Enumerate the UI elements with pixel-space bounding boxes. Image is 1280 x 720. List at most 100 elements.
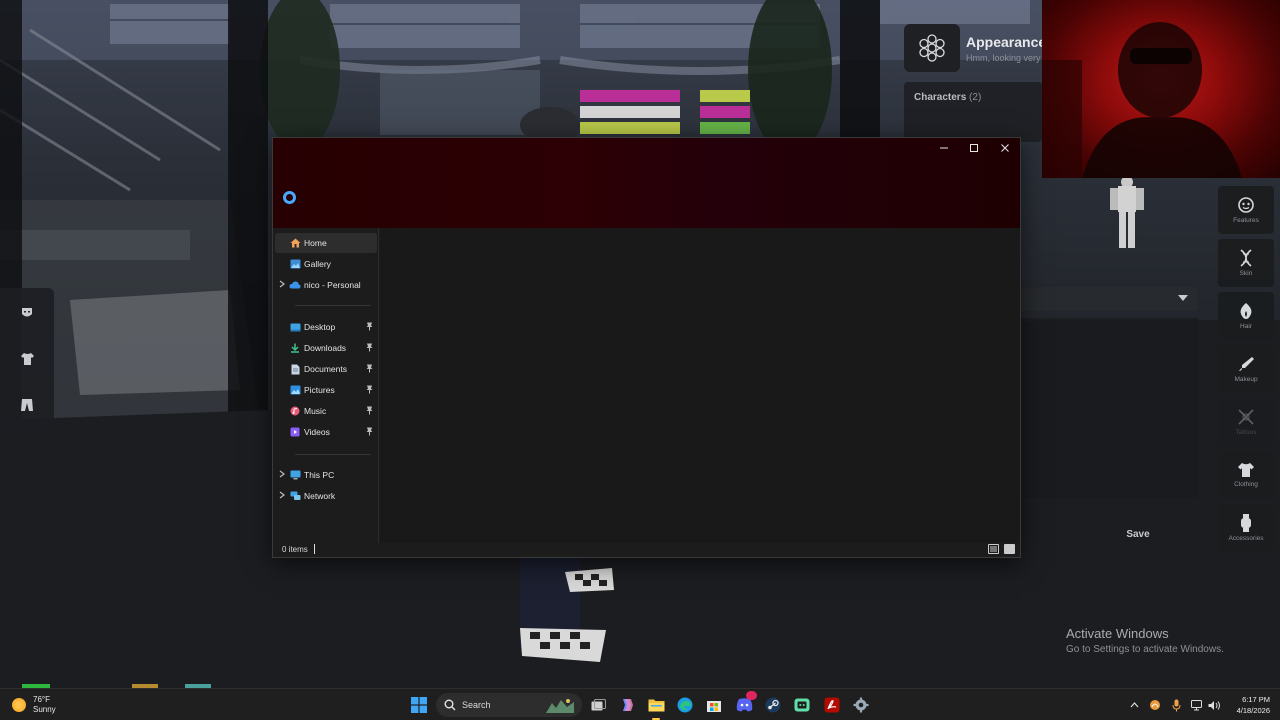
windows-taskbar: 76°F Sunny Search 6:17 PM 4/18/2026 xyxy=(0,688,1280,720)
adobe-acrobat-icon[interactable] xyxy=(821,694,843,716)
nav-item-this-pc[interactable]: This PC xyxy=(275,465,377,485)
task-view-icon[interactable] xyxy=(587,694,609,716)
loading-spinner-icon xyxy=(283,191,296,204)
category-tattoos[interactable]: Tattoos xyxy=(1218,398,1274,446)
chevron-right-icon[interactable] xyxy=(275,470,289,480)
category-accessories[interactable]: Accessories xyxy=(1218,504,1274,552)
discord-icon[interactable] xyxy=(733,691,757,716)
nav-item-pictures[interactable]: Pictures xyxy=(275,380,377,400)
clock-date: 4/18/2026 xyxy=(1236,706,1270,715)
notification-badge xyxy=(746,691,757,700)
left-outfit-hud xyxy=(0,288,54,430)
navigation-pane: Home Gallery nico - Personal Desktop Dow… xyxy=(273,228,379,546)
weather-temperature: 76°F xyxy=(33,695,50,704)
pin-icon[interactable] xyxy=(366,427,373,436)
webcam-person-silhouette xyxy=(1042,22,1242,178)
search-label: Search xyxy=(462,700,491,710)
appearance-subtitle: Hmm, looking very xyxy=(966,53,1041,63)
nav-item-documents[interactable]: Documents xyxy=(275,359,377,379)
file-explorer-icon[interactable] xyxy=(645,694,667,716)
pin-icon[interactable] xyxy=(366,406,373,415)
appearance-dropdown[interactable] xyxy=(1020,287,1198,311)
nav-divider xyxy=(295,454,371,455)
activate-windows-title: Activate Windows xyxy=(1066,626,1169,641)
pin-icon[interactable] xyxy=(366,322,373,331)
brush-icon xyxy=(1239,357,1254,371)
category-label: Hair xyxy=(1240,323,1252,330)
edge-browser-icon[interactable] xyxy=(674,694,696,716)
category-label: Features xyxy=(1233,217,1259,224)
windows-start-icon[interactable] xyxy=(408,694,430,716)
webcam-overlay xyxy=(1042,0,1280,178)
mask-icon[interactable] xyxy=(10,296,44,330)
pin-icon[interactable] xyxy=(366,364,373,373)
microphone-icon[interactable] xyxy=(1169,698,1183,712)
category-makeup[interactable]: Makeup xyxy=(1218,345,1274,393)
videos-icon xyxy=(289,427,301,438)
category-label: Makeup xyxy=(1234,376,1258,383)
nav-item-home[interactable]: Home xyxy=(275,233,377,253)
weather-widget[interactable]: 76°F Sunny xyxy=(12,695,56,715)
nav-item-downloads[interactable]: Downloads xyxy=(275,338,377,358)
tiles-view-icon[interactable] xyxy=(1004,544,1015,554)
show-hidden-icons-chevron-up-icon[interactable] xyxy=(1127,698,1141,712)
category-hair[interactable]: Hair xyxy=(1218,292,1274,340)
category-skin[interactable]: Skin xyxy=(1218,239,1274,287)
nav-item-label: This PC xyxy=(304,470,335,480)
shirt-icon[interactable] xyxy=(10,342,44,376)
steam-icon[interactable] xyxy=(762,694,784,716)
nav-item-videos[interactable]: Videos xyxy=(275,422,377,442)
characters-panel[interactable]: Characters (2) xyxy=(904,82,1042,142)
maximize-button[interactable] xyxy=(959,138,989,158)
dna-icon xyxy=(1240,249,1252,267)
details-view-icon[interactable] xyxy=(988,544,999,554)
chevron-right-icon[interactable] xyxy=(275,280,289,290)
file-explorer-window: Home Gallery nico - Personal Desktop Dow… xyxy=(272,137,1021,558)
network-status-icon[interactable] xyxy=(1190,698,1204,712)
appearance-title: Appearance xyxy=(966,34,1047,50)
download-icon xyxy=(289,343,301,354)
taskbar-search-box[interactable]: Search xyxy=(436,693,582,717)
pin-icon[interactable] xyxy=(366,385,373,394)
volume-icon[interactable] xyxy=(1207,698,1221,712)
home-icon xyxy=(289,238,301,249)
save-button[interactable]: Save xyxy=(1066,520,1210,548)
nav-item-onedrive[interactable]: nico - Personal xyxy=(275,275,377,295)
this-pc-icon xyxy=(289,470,301,481)
explorer-status-bar: 0 items xyxy=(273,543,1020,557)
chevron-right-icon[interactable] xyxy=(275,491,289,501)
explorer-titlebar[interactable] xyxy=(273,138,1020,228)
appearance-header: Appearance Hmm, looking very xyxy=(904,24,1047,84)
close-button[interactable] xyxy=(990,138,1020,158)
copilot-icon[interactable] xyxy=(616,694,638,716)
weather-condition: Sunny xyxy=(33,705,56,714)
item-count: 0 items xyxy=(282,545,308,554)
face-features-icon xyxy=(1238,197,1254,213)
nav-item-label: Gallery xyxy=(304,259,331,269)
nav-item-label: Videos xyxy=(304,427,330,437)
category-clothing[interactable]: Clothing xyxy=(1218,451,1274,499)
category-features[interactable]: Features xyxy=(1218,186,1274,234)
appearance-logo-icon xyxy=(904,24,960,72)
nav-item-desktop[interactable]: Desktop xyxy=(275,317,377,337)
minimize-button[interactable] xyxy=(929,138,959,158)
activate-windows-watermark: Activate Windows Go to Settings to activ… xyxy=(1066,626,1224,655)
nav-item-label: Downloads xyxy=(304,343,347,353)
network-icon xyxy=(289,491,301,502)
settings-gear-icon[interactable] xyxy=(850,694,872,716)
app-icon[interactable] xyxy=(791,694,813,716)
pictures-icon xyxy=(289,385,301,396)
category-label: Skin xyxy=(1239,270,1253,277)
microsoft-store-icon[interactable] xyxy=(703,694,725,716)
nav-item-network[interactable]: Network xyxy=(275,486,377,506)
explorer-content-pane[interactable] xyxy=(380,228,1020,546)
nav-item-gallery[interactable]: Gallery xyxy=(275,254,377,274)
nav-item-music[interactable]: Music xyxy=(275,401,377,421)
pants-icon[interactable] xyxy=(10,388,44,422)
gallery-icon xyxy=(289,259,301,270)
pin-icon[interactable] xyxy=(366,343,373,352)
tray-app-icon[interactable] xyxy=(1148,698,1162,712)
watch-icon xyxy=(1241,514,1251,532)
system-clock[interactable]: 6:17 PM 4/18/2026 xyxy=(1226,694,1270,716)
category-label: Accessories xyxy=(1228,535,1264,542)
